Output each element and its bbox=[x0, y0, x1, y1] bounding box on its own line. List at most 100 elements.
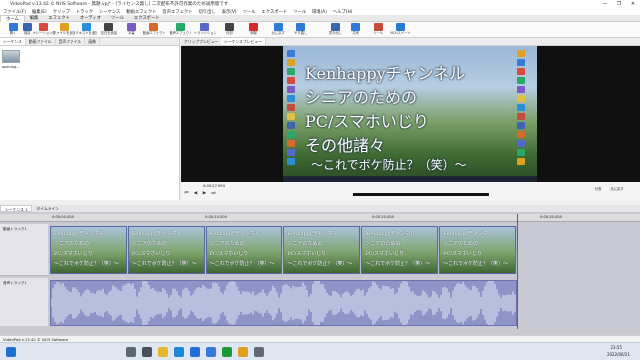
video-clip[interactable]: Kenhappyチャンネル シニアのための PC/スマホいじり ～これでボケ防止？（笑… bbox=[361, 226, 439, 274]
windows-start-icon[interactable] bbox=[6, 347, 16, 357]
menu-tools-2[interactable]: ツール bbox=[290, 9, 309, 15]
skip-start-button[interactable]: ⏮ bbox=[183, 191, 190, 197]
ribbon-button-7[interactable]: 動画エフェクト bbox=[143, 23, 165, 37]
clock-date[interactable]: 2022/06/21 bbox=[607, 352, 630, 357]
ribbon-icon bbox=[273, 23, 283, 31]
minimize-button[interactable]: — bbox=[598, 0, 612, 8]
tab-tools[interactable]: ツール bbox=[106, 15, 129, 22]
ribbon-button-8[interactable]: 音声エフェクト bbox=[169, 23, 191, 37]
menu-cut[interactable]: 切り出し bbox=[196, 9, 219, 15]
clip-label: opening... bbox=[2, 65, 20, 69]
ribbon-button-10[interactable]: 分割 bbox=[218, 23, 240, 37]
ribbon-icon bbox=[175, 23, 185, 31]
ribbon-icon bbox=[249, 23, 259, 31]
clip-text: シニアのための bbox=[287, 241, 323, 247]
playhead[interactable] bbox=[517, 214, 518, 329]
chrome-icon[interactable] bbox=[238, 347, 248, 357]
settings-icon[interactable] bbox=[254, 347, 264, 357]
clip-text: Kenhappyチャンネル bbox=[54, 231, 105, 237]
preview-scrubber[interactable] bbox=[353, 193, 489, 196]
ribbon-icon bbox=[126, 23, 136, 31]
search-icon[interactable] bbox=[126, 347, 136, 357]
step-back-button[interactable]: ◀ bbox=[192, 191, 199, 197]
menu-tools[interactable]: ツール bbox=[240, 9, 259, 15]
tab-video-files[interactable]: 動画ファイル bbox=[26, 38, 56, 45]
ribbon-label: やり直し bbox=[294, 31, 308, 35]
ribbon-icon bbox=[59, 23, 69, 31]
undo-side-button[interactable]: 元に戻す bbox=[609, 186, 625, 191]
audio-track[interactable] bbox=[50, 277, 517, 329]
skip-end-button[interactable]: ⏭ bbox=[210, 191, 217, 197]
ribbon-icon bbox=[149, 23, 159, 31]
split-side-button[interactable]: 分割 bbox=[591, 186, 605, 191]
ribbon-button-17[interactable]: NCHスイート bbox=[390, 23, 412, 37]
windows-taskbar: 23:55 2022/06/21 bbox=[0, 342, 640, 360]
ribbon-button-11[interactable]: 削除 bbox=[243, 23, 265, 37]
ribbon-icon bbox=[104, 23, 114, 31]
menu-audio-effects[interactable]: 音声エフェクト bbox=[159, 9, 195, 15]
clip-text: PC/スマホいじり bbox=[365, 251, 405, 257]
menu-help[interactable]: ヘルプ(H) bbox=[330, 9, 355, 15]
ribbon-button-4[interactable]: テキストを追加 bbox=[75, 23, 97, 37]
timeline-ruler[interactable]: 0:00:00.000 0:00:10.000 0:00:20.000 0:00… bbox=[0, 214, 640, 222]
clip-text: Kenhappyチャンネル bbox=[443, 231, 494, 237]
video-clip[interactable]: Kenhappyチャンネル シニアのための PC/スマホいじり ～これでボケ防止？（笑… bbox=[50, 226, 127, 274]
videopad-icon[interactable] bbox=[222, 347, 232, 357]
tab-clip-preview[interactable]: クリッププレビュー bbox=[181, 38, 221, 45]
video-track-header[interactable]: 動画トラック1 bbox=[0, 224, 48, 276]
audio-track-header[interactable]: 音声トラック1 bbox=[0, 278, 48, 326]
explorer-icon[interactable] bbox=[158, 347, 168, 357]
edge-icon[interactable] bbox=[174, 347, 184, 357]
play-button[interactable]: ▶ bbox=[201, 191, 208, 197]
ribbon-button-13[interactable]: やり直し bbox=[290, 23, 312, 37]
video-clip[interactable]: Kenhappyチャンネル シニアのための PC/スマホいじり ～これでボケ防止？（笑… bbox=[439, 226, 516, 274]
menu-view[interactable]: 表示(V) bbox=[219, 9, 240, 15]
video-frame: Kenhappyチャンネル シニアのための PC/スマホいじり その他諸々 ～こ… bbox=[283, 46, 537, 182]
video-title-line-4: その他諸々 bbox=[305, 136, 386, 155]
store-icon[interactable] bbox=[190, 347, 200, 357]
clip-thumbnail[interactable] bbox=[2, 50, 20, 63]
tab-export[interactable]: エクスポート bbox=[129, 15, 165, 22]
tab-sequences[interactable]: シーケンス bbox=[0, 38, 26, 45]
ribbon-icon bbox=[81, 23, 91, 31]
close-button[interactable]: ✕ bbox=[626, 0, 640, 8]
menu-settings[interactable]: 環境(A) bbox=[309, 9, 330, 15]
ribbon-button-15[interactable]: 共有 bbox=[345, 23, 367, 37]
menu-export[interactable]: エクスポート bbox=[258, 9, 290, 15]
tab-images[interactable]: 画像 bbox=[85, 38, 100, 45]
tab-audio-files[interactable]: 音声ファイル bbox=[56, 38, 86, 45]
ribbon-icon bbox=[396, 23, 406, 31]
ribbon-button-9[interactable]: トランジション bbox=[194, 23, 216, 37]
clip-text: ～これでボケ防止？（笑）～ bbox=[54, 261, 119, 267]
mail-icon[interactable] bbox=[206, 347, 216, 357]
clip-text: PC/スマホいじり bbox=[54, 251, 93, 257]
video-clip[interactable]: Kenhappyチャンネル シニアのための PC/スマホいじり ～これでボケ防止？（笑… bbox=[127, 226, 205, 274]
video-clip[interactable]: Kenhappyチャンネル シニアのための PC/スマホいじり ～これでボケ防止？（笑… bbox=[283, 226, 361, 274]
ribbon-label: 元に戻す bbox=[271, 31, 285, 35]
clock-time[interactable]: 23:55 bbox=[610, 345, 622, 350]
video-clip[interactable]: Kenhappyチャンネル シニアのための PC/スマホいじり ～これでボケ防止？（笑… bbox=[205, 226, 283, 274]
task-view-icon[interactable] bbox=[142, 347, 152, 357]
tab-edit[interactable]: 編集 bbox=[25, 15, 44, 22]
ribbon-icon bbox=[330, 23, 340, 31]
ribbon-button-5[interactable]: 空白を追加 bbox=[98, 23, 120, 37]
tab-home[interactable]: ホーム bbox=[0, 14, 25, 22]
video-viewer[interactable]: Kenhappyチャンネル シニアのための PC/スマホいじり その他諸々 ～こ… bbox=[181, 46, 640, 182]
tab-timeline[interactable]: タイムライン bbox=[32, 205, 63, 212]
tab-sequence-1[interactable]: シーケンス 1 bbox=[0, 205, 33, 212]
tab-sequence-preview[interactable]: シーケンスプレビュー bbox=[221, 38, 266, 45]
ribbon-button-2[interactable]: ナレーション録音 bbox=[33, 23, 55, 37]
audio-waveform bbox=[50, 277, 516, 329]
tab-audio[interactable]: オーディオ bbox=[75, 15, 106, 22]
clip-text: ～これでボケ防止？（笑）～ bbox=[443, 261, 508, 267]
clip-text: シニアのための bbox=[54, 241, 90, 247]
video-title-line-5: ～これでボケ防止？（笑）～ bbox=[311, 158, 467, 172]
ribbon-button-6[interactable]: 字幕 bbox=[120, 23, 142, 37]
ribbon-button-16[interactable]: ツール bbox=[367, 23, 389, 37]
tab-effects[interactable]: エフェクト bbox=[43, 15, 74, 22]
ribbon-button-12[interactable]: 元に戻す bbox=[267, 23, 289, 37]
ribbon-button-14[interactable]: 書き出し bbox=[324, 23, 346, 37]
clip-text: ～これでボケ防止？（笑）～ bbox=[209, 261, 275, 267]
maximize-button[interactable]: ❐ bbox=[612, 0, 626, 8]
ribbon-button-3[interactable]: ファイルを追加 bbox=[53, 23, 75, 37]
